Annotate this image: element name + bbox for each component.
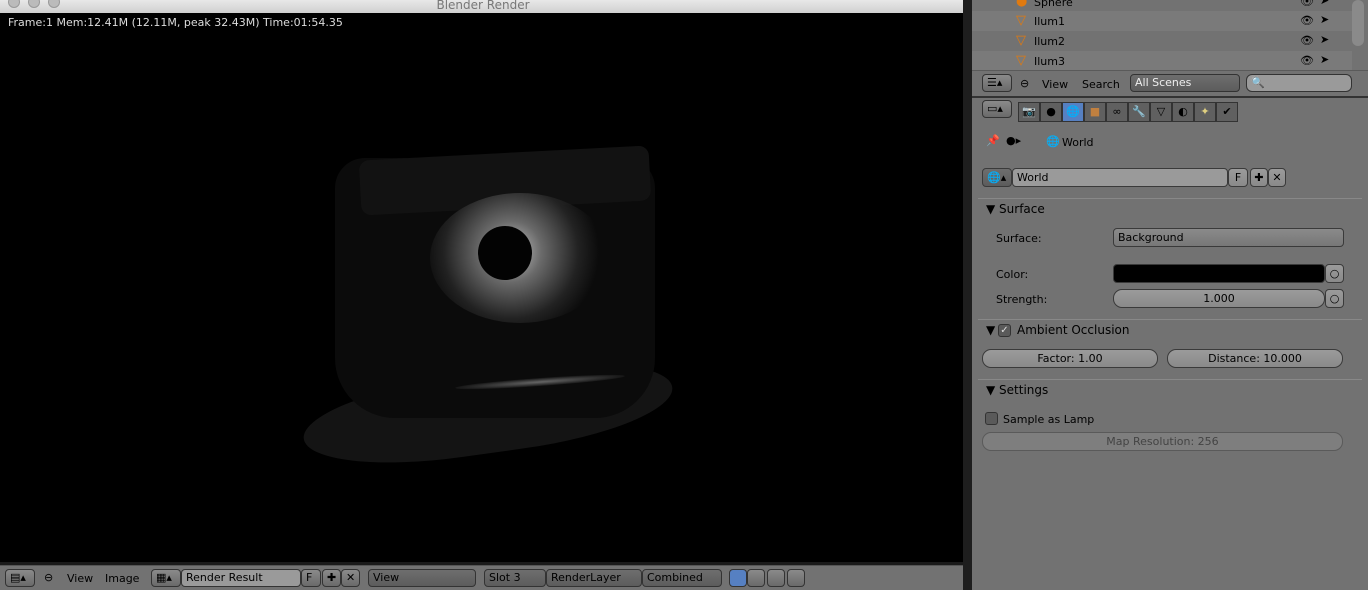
editor-type-button[interactable]: ▤▴ bbox=[5, 569, 35, 587]
ao-checkbox[interactable]: ✓ bbox=[998, 324, 1011, 337]
render-result-canvas[interactable]: Frame:1 Mem:12.41M (12.11M, peak 32.43M)… bbox=[0, 13, 963, 562]
tab-render[interactable]: 📷 bbox=[1018, 102, 1040, 122]
outliner-scrollbar[interactable] bbox=[1352, 0, 1364, 46]
visibility-eye-icon[interactable]: 👁 bbox=[1300, 0, 1314, 8]
browse-world-button[interactable]: 🌐▴ bbox=[982, 168, 1012, 187]
visibility-eye-icon[interactable]: 👁 bbox=[1300, 54, 1314, 67]
strength-slider[interactable]: 1.000 bbox=[1113, 289, 1325, 308]
ao-distance-field[interactable]: Distance: 10.000 bbox=[1167, 349, 1343, 368]
outliner: ● Sphere 👁 ➤ ▽ Ilum1 👁 ➤ ▽ Ilum2 👁 ➤ ▽ Ilum3 👁 ➤ bbox=[972, 0, 1368, 71]
fake-user-button[interactable]: F bbox=[1228, 168, 1248, 187]
draw-zbuffer-button[interactable] bbox=[787, 569, 805, 587]
editor-type-button[interactable]: ▭▴ bbox=[982, 100, 1012, 118]
close-window-button[interactable] bbox=[8, 0, 20, 8]
window-titlebar: Blender Render bbox=[0, 0, 966, 13]
render-pass-select[interactable]: Combined bbox=[642, 569, 722, 587]
object-icon: ● bbox=[1016, 0, 1028, 9]
search-input[interactable]: 🔍 bbox=[1246, 74, 1352, 92]
collapse-icon[interactable]: ⊖ bbox=[1020, 77, 1029, 90]
fake-user-button[interactable]: F bbox=[301, 569, 321, 587]
outliner-header: ☰▴ ⊖ View Search All Scenes 🔍 bbox=[972, 70, 1368, 96]
new-image-button[interactable]: ✚ bbox=[322, 569, 341, 587]
color-label: Color: bbox=[996, 268, 1029, 281]
color-link-button[interactable]: ○ bbox=[1325, 264, 1344, 283]
map-resolution-field[interactable]: Map Resolution: 256 bbox=[982, 432, 1343, 451]
scene-icon: ●▸ bbox=[1006, 134, 1022, 147]
tab-scene[interactable]: ● bbox=[1040, 102, 1062, 122]
outliner-row[interactable]: ▽ Ilum1 👁 ➤ bbox=[972, 11, 1352, 31]
minimize-window-button[interactable] bbox=[28, 0, 40, 8]
surface-panel-header[interactable]: ▼ Surface bbox=[978, 198, 1362, 220]
image-editor-icon: ▤ bbox=[10, 571, 21, 584]
draw-color-alpha-button[interactable] bbox=[729, 569, 747, 587]
draw-alpha-button[interactable] bbox=[767, 569, 785, 587]
visibility-eye-icon[interactable]: 👁 bbox=[1300, 14, 1314, 27]
search-icon: 🔍 bbox=[1251, 76, 1265, 89]
surface-label: Surface: bbox=[996, 232, 1042, 245]
tab-material[interactable]: ◐ bbox=[1172, 102, 1194, 122]
new-world-button[interactable]: ✚ bbox=[1250, 168, 1268, 187]
render-info: Frame:1 Mem:12.41M (12.11M, peak 32.43M)… bbox=[8, 16, 343, 29]
select-cursor-icon[interactable]: ➤ bbox=[1320, 0, 1329, 7]
lamp-icon: ▽ bbox=[1016, 13, 1026, 28]
tab-data[interactable]: ▽ bbox=[1150, 102, 1172, 122]
world-name-field[interactable]: World bbox=[1012, 168, 1228, 187]
settings-panel-header[interactable]: ▼ Settings bbox=[978, 379, 1362, 401]
render-layer-select[interactable]: RenderLayer bbox=[546, 569, 642, 587]
render-object-hole bbox=[478, 226, 532, 280]
lamp-icon: ▽ bbox=[1016, 33, 1026, 48]
menu-search[interactable]: Search bbox=[1082, 78, 1120, 91]
lamp-icon: ▽ bbox=[1016, 53, 1026, 68]
unlink-world-button[interactable]: ✕ bbox=[1268, 168, 1286, 187]
collapse-icon[interactable]: ⊖ bbox=[44, 571, 53, 584]
area-divider[interactable] bbox=[963, 0, 972, 590]
pin-icon[interactable]: 📌 bbox=[986, 134, 1000, 147]
outliner-row[interactable]: ▽ Ilum3 👁 ➤ bbox=[972, 51, 1352, 71]
select-cursor-icon[interactable]: ➤ bbox=[1320, 53, 1329, 66]
draw-color-button[interactable] bbox=[747, 569, 765, 587]
editor-type-button[interactable]: ☰▴ bbox=[982, 74, 1012, 92]
scene-filter-select[interactable]: All Scenes bbox=[1130, 74, 1240, 92]
ao-panel-header[interactable]: ▼ ✓ Ambient Occlusion bbox=[978, 319, 1362, 341]
select-cursor-icon[interactable]: ➤ bbox=[1320, 33, 1329, 46]
view-mode-select[interactable]: View bbox=[368, 569, 476, 587]
tab-texture[interactable]: ✦ bbox=[1194, 102, 1216, 122]
surface-shader-select[interactable]: Background bbox=[1113, 228, 1344, 247]
sample-as-lamp-checkbox[interactable] bbox=[985, 412, 998, 425]
window-title: Blender Render bbox=[436, 0, 530, 12]
ao-factor-field[interactable]: Factor: 1.00 bbox=[982, 349, 1158, 368]
tab-physics[interactable]: ✔ bbox=[1216, 102, 1238, 122]
world-icon: 🌐 bbox=[1046, 135, 1060, 148]
color-swatch[interactable] bbox=[1113, 264, 1325, 283]
menu-image[interactable]: Image bbox=[105, 572, 139, 585]
strength-label: Strength: bbox=[996, 293, 1048, 306]
image-name-field[interactable]: Render Result bbox=[181, 569, 301, 587]
image-editor-header: ▤▴ ⊖ View Image ▦▴ Render Result F ✚ ✕ V… bbox=[0, 565, 963, 590]
breadcrumb-world: World bbox=[1062, 136, 1094, 149]
zoom-window-button[interactable] bbox=[48, 0, 60, 8]
tab-object[interactable]: ■ bbox=[1084, 102, 1106, 122]
menu-view[interactable]: View bbox=[1042, 78, 1068, 91]
sample-as-lamp-label[interactable]: Sample as Lamp bbox=[1003, 413, 1094, 426]
slot-select[interactable]: Slot 3 bbox=[484, 569, 546, 587]
select-cursor-icon[interactable]: ➤ bbox=[1320, 13, 1329, 26]
menu-view[interactable]: View bbox=[67, 572, 93, 585]
visibility-eye-icon[interactable]: 👁 bbox=[1300, 34, 1314, 47]
tab-constraints[interactable]: ∞ bbox=[1106, 102, 1128, 122]
properties-editor: ▭▴ 📷 ● 🌐 ■ ∞ 🔧 ▽ ◐ ✦ ✔ 📌 ●▸ 🌐 World 🌐▴ W… bbox=[972, 96, 1368, 590]
tab-world[interactable]: 🌐 bbox=[1062, 102, 1084, 122]
tab-modifiers[interactable]: 🔧 bbox=[1128, 102, 1150, 122]
outliner-row[interactable]: ▽ Ilum2 👁 ➤ bbox=[972, 31, 1352, 51]
browse-image-button[interactable]: ▦▴ bbox=[151, 569, 181, 587]
unlink-image-button[interactable]: ✕ bbox=[341, 569, 360, 587]
strength-link-button[interactable]: ○ bbox=[1325, 289, 1344, 308]
